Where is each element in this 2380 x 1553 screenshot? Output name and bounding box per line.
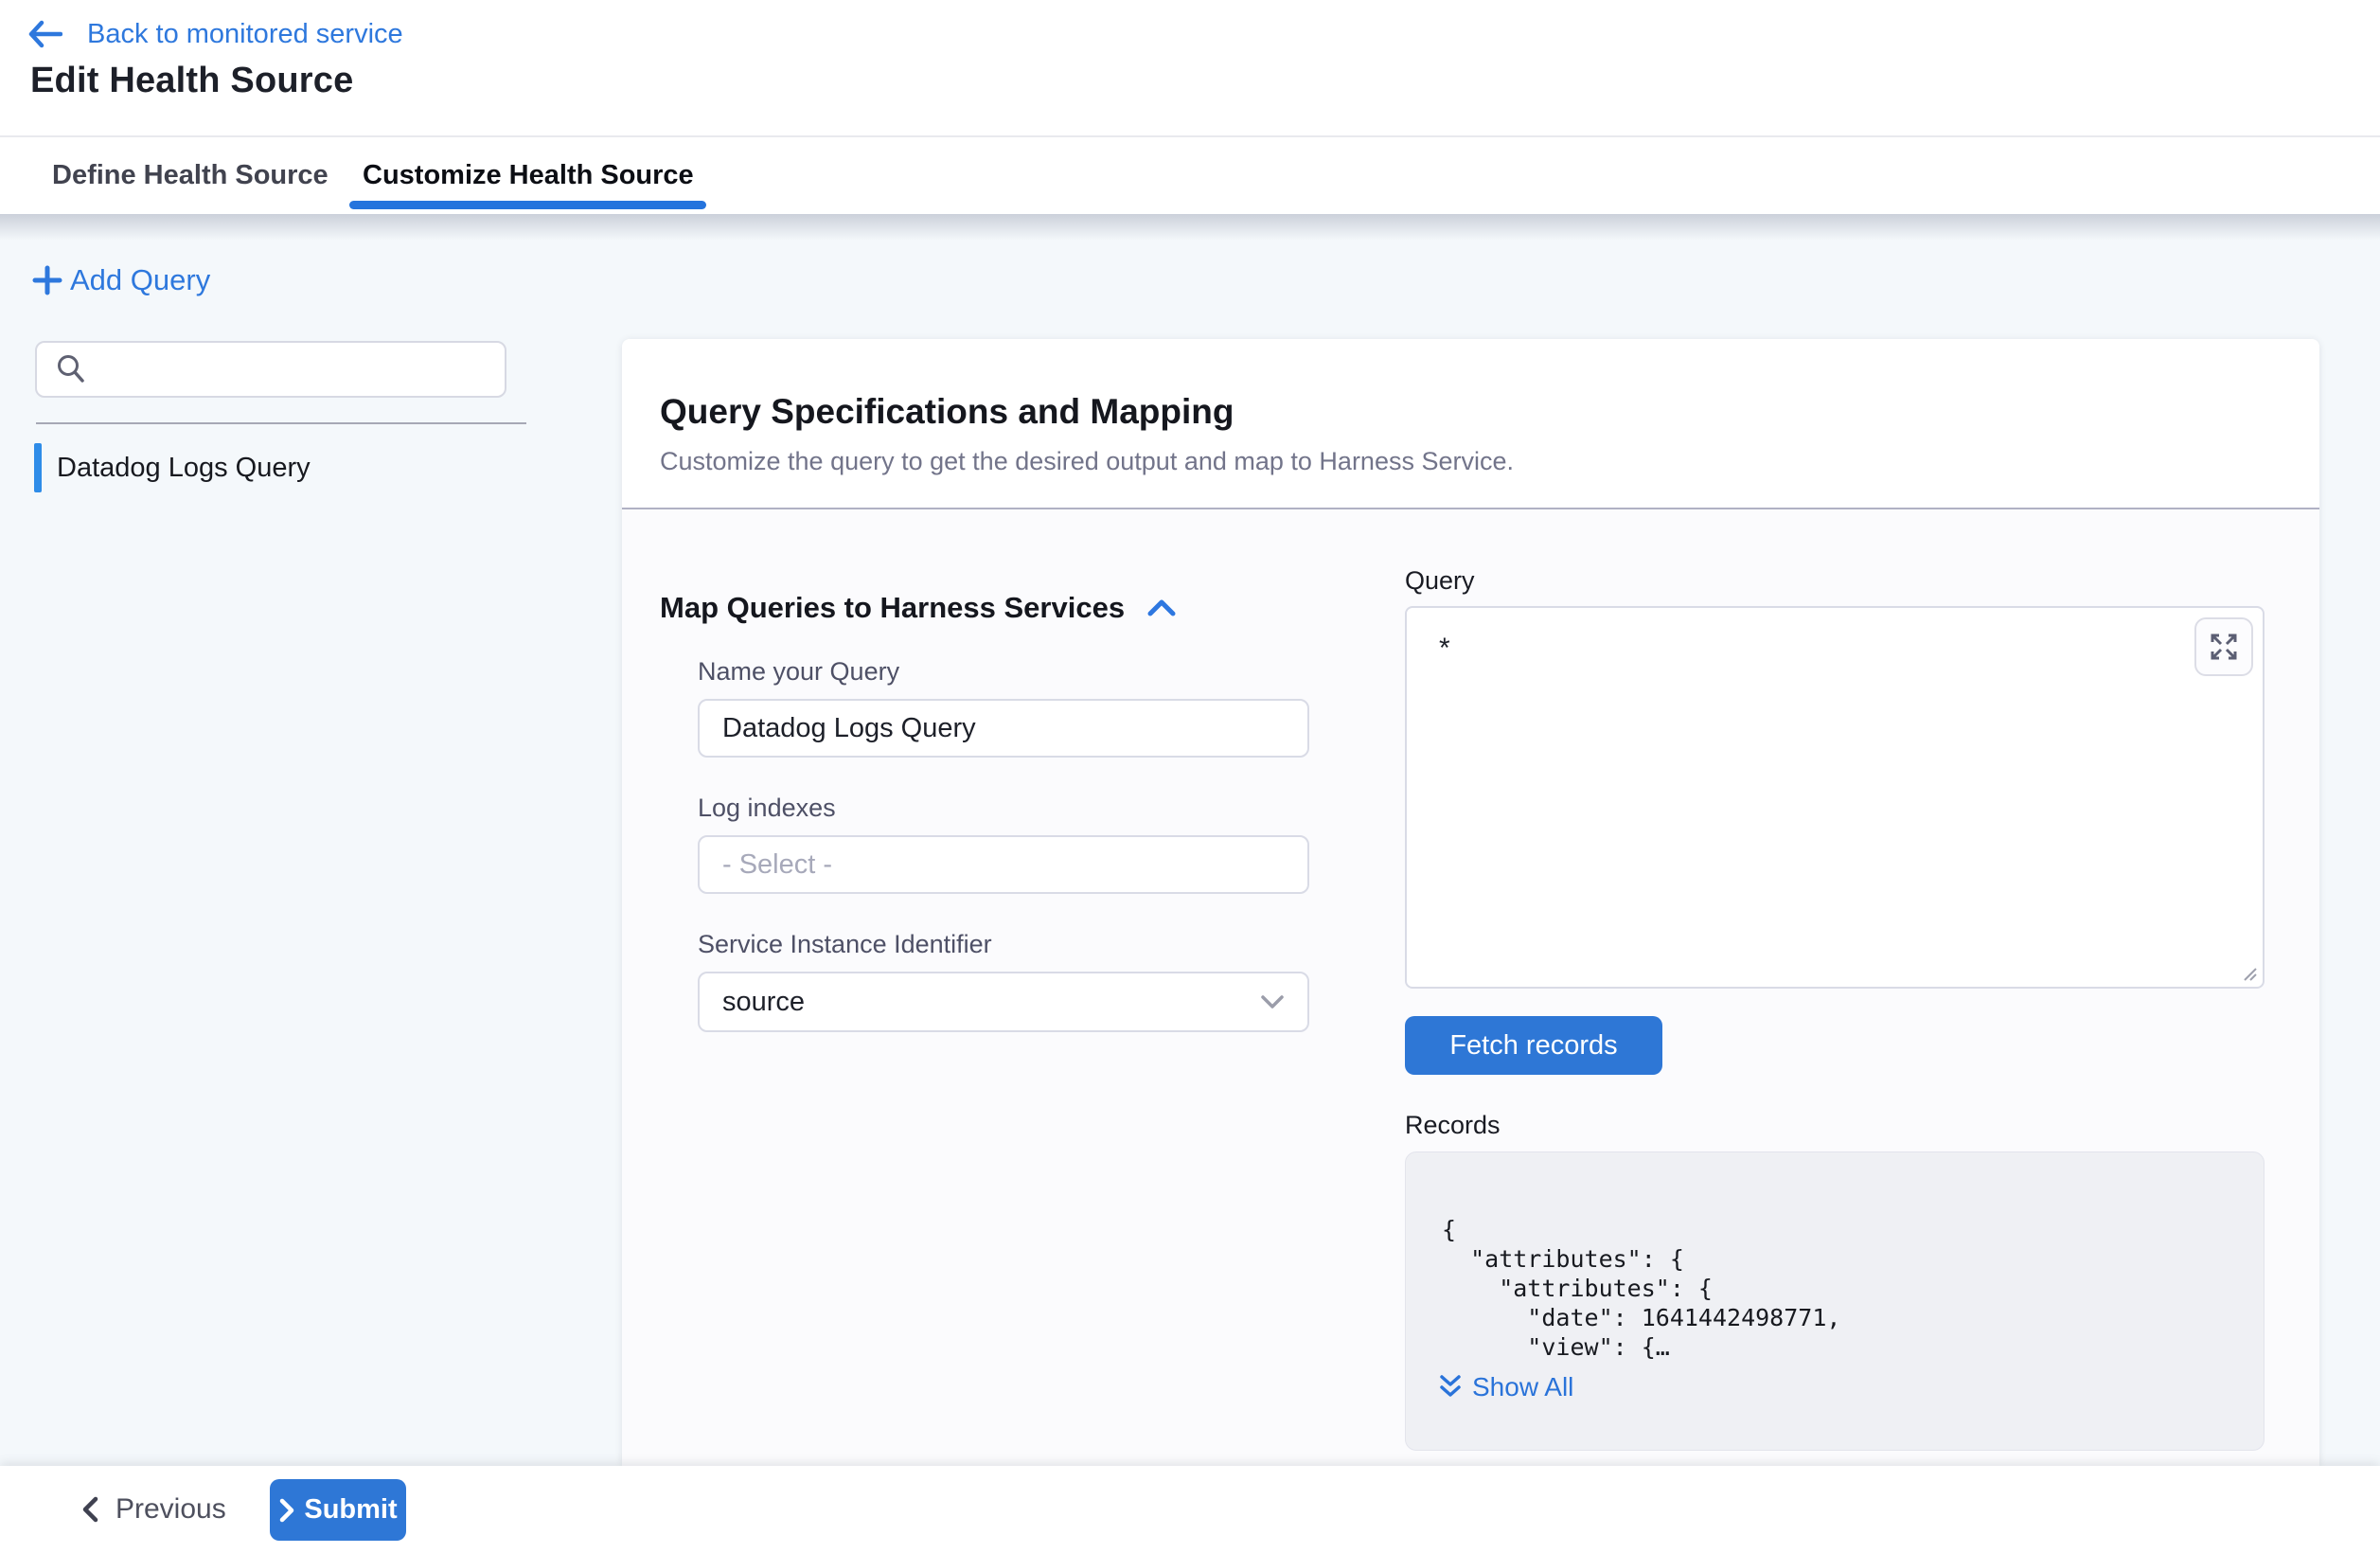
show-all-link[interactable]: Show All [1438,1372,1573,1402]
back-link-label: Back to monitored service [87,19,403,50]
query-editor: * [1405,606,2265,989]
map-queries-section-toggle[interactable]: Map Queries to Harness Services [660,591,1178,625]
tab-bar: Define Health Source Customize Health So… [0,135,2380,214]
page-header: Back to monitored service Edit Health So… [0,0,2380,135]
selected-item-bar [34,443,42,492]
back-arrow-icon [27,20,62,48]
name-query-label: Name your Query [698,657,899,687]
fetch-records-button[interactable]: Fetch records [1405,1016,1662,1075]
query-label: Query [1405,566,1475,596]
show-all-label: Show All [1472,1372,1573,1402]
active-tab-indicator [349,201,706,209]
query-search-box [35,341,506,398]
log-indexes-select[interactable] [698,835,1309,894]
records-label: Records [1405,1111,1501,1140]
add-query-button[interactable]: Add Query [28,261,210,299]
submit-button[interactable]: Submit [270,1479,406,1541]
previous-label: Previous [115,1493,226,1526]
chevron-left-icon [80,1495,100,1524]
map-queries-section-title: Map Queries to Harness Services [660,591,1125,625]
chevron-right-icon [278,1498,295,1523]
service-instance-identifier-label: Service Instance Identifier [698,930,992,959]
tab-define-health-source[interactable]: Define Health Source [52,137,329,214]
query-textarea[interactable]: * [1407,608,2263,987]
card-heading: Query Specifications and Mapping [660,392,1234,432]
edit-health-source-page: Back to monitored service Edit Health So… [0,0,2380,1553]
page-title: Edit Health Source [30,61,353,101]
back-link[interactable]: Back to monitored service [27,13,403,55]
submit-label: Submit [304,1494,397,1526]
double-chevron-down-icon [1438,1373,1463,1401]
tab-bar-shadow [0,214,2380,241]
chevron-down-icon [1258,992,1287,1011]
query-list-item-datadog-logs[interactable]: Datadog Logs Query [34,443,526,492]
search-icon [54,352,88,386]
sidebar-divider [36,422,526,424]
name-query-input[interactable] [698,699,1309,758]
expand-query-button[interactable] [2194,617,2253,676]
chevron-up-icon [1146,596,1178,620]
query-item-label: Datadog Logs Query [57,453,311,484]
service-instance-dropdown[interactable]: source [698,972,1309,1032]
plus-icon [28,261,66,299]
add-query-label: Add Query [70,263,210,297]
records-panel: { "attributes": { "attributes": { "date"… [1405,1151,2265,1451]
service-instance-value: source [722,987,805,1018]
query-specifications-card: Query Specifications and Mapping Customi… [622,339,2319,1466]
expand-icon [2207,630,2241,664]
records-json: { "attributes": { "attributes": { "date"… [1442,1215,1840,1362]
footer-bar: Previous Submit [0,1466,2380,1553]
previous-button[interactable]: Previous [80,1466,226,1553]
card-subheading: Customize the query to get the desired o… [660,447,1514,476]
search-input[interactable] [88,343,505,396]
resize-handle-icon[interactable] [2241,965,2260,984]
log-indexes-label: Log indexes [698,794,836,823]
